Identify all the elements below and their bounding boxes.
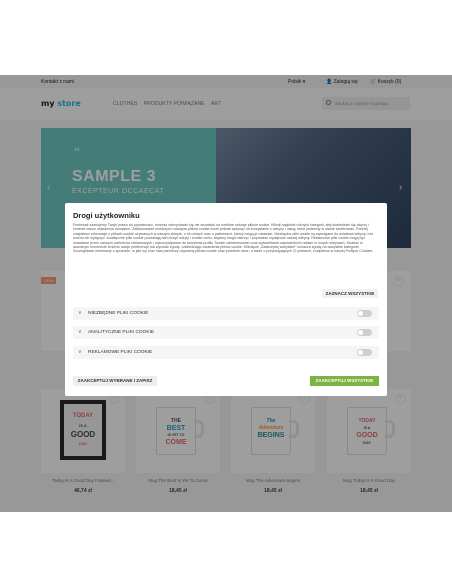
select-all-button[interactable]: ZAZNACZ WSZYSTKIE: [322, 289, 378, 298]
toggle-switch[interactable]: [357, 349, 372, 356]
dialog-description: Ponieważ szanujemy Twoje prawo do prywat…: [73, 223, 374, 254]
page: Kontakt z nami Polski ▾ 👤 Zaloguj się 🛒 …: [0, 0, 452, 584]
accept-selected-button[interactable]: ZAAKCEPTUJ WYBRANE I ZAPISZ: [73, 376, 157, 386]
cookie-section-advertising[interactable]: ∨ REKLAMOWE PLIKI COOKIE: [73, 346, 379, 359]
chevron-down-icon[interactable]: ∨: [78, 349, 82, 355]
chevron-down-icon[interactable]: ∨: [78, 310, 82, 316]
section-label: NIEZBĘDNE PLIKI COOKIE: [88, 311, 149, 316]
toggle-switch[interactable]: [357, 310, 372, 317]
toggle-switch[interactable]: [357, 329, 372, 336]
cookie-consent-dialog: Drogi użytkowniku Ponieważ szanujemy Two…: [65, 203, 387, 396]
section-label: ANALITYCZNE PLIKI COOKIE: [88, 330, 155, 335]
chevron-down-icon[interactable]: ∨: [78, 329, 82, 335]
cookie-section-necessary[interactable]: ∨ NIEZBĘDNE PLIKI COOKIE: [73, 307, 379, 320]
cookie-section-analytics[interactable]: ∨ ANALITYCZNE PLIKI COOKIE: [73, 326, 379, 339]
dialog-title: Drogi użytkowniku: [73, 211, 140, 220]
accept-all-button[interactable]: ZAAKCEPTUJ WSZYSTKIE: [310, 376, 379, 386]
section-label: REKLAMOWE PLIKI COOKIE: [88, 350, 153, 355]
